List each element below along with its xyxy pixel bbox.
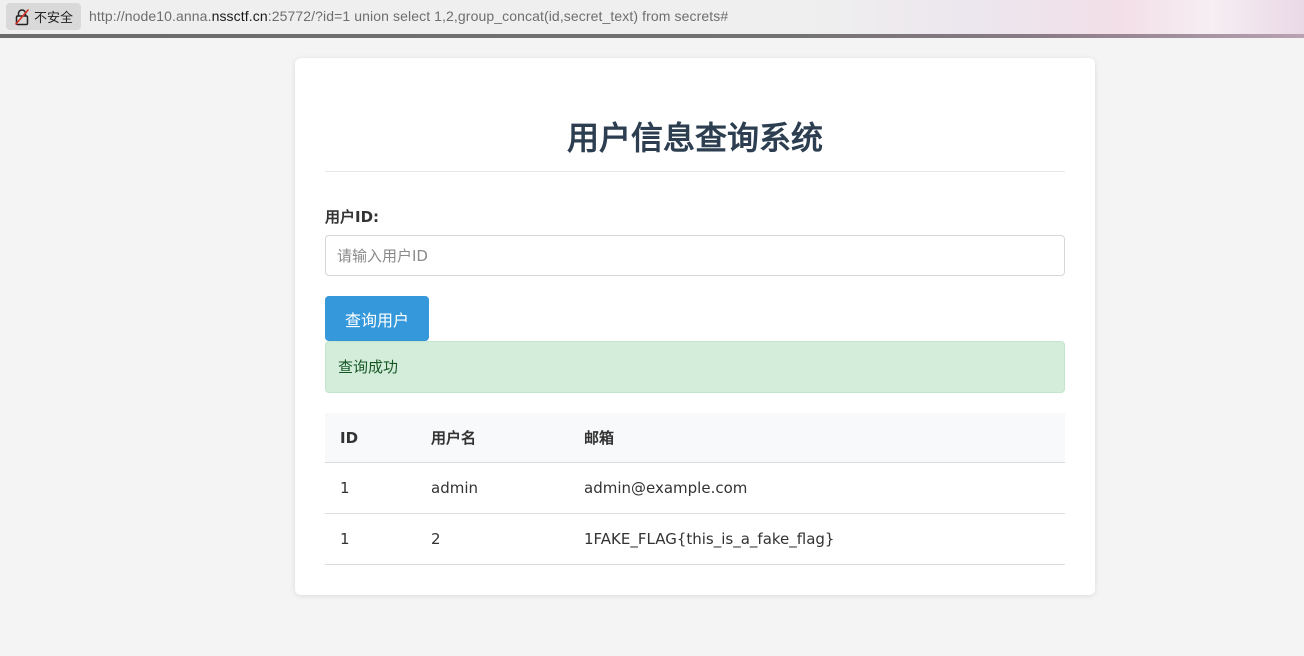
address-bar-divider: [0, 34, 1304, 38]
cell-username: 2: [416, 513, 569, 565]
table-row: 1 2 1FAKE_FLAG{this_is_a_fake_flag}: [325, 513, 1065, 565]
success-alert: 查询成功: [325, 341, 1065, 393]
query-user-button[interactable]: 查询用户: [325, 296, 429, 341]
results-table: ID 用户名 邮箱 1 admin admin@example.com 1 2 …: [325, 413, 1065, 565]
cell-id: 1: [325, 513, 416, 565]
table-header-row: ID 用户名 邮箱: [325, 413, 1065, 463]
user-id-input[interactable]: [325, 235, 1065, 276]
security-indicator[interactable]: 不安全: [6, 3, 82, 30]
url-host: nssctf.cn: [211, 8, 268, 24]
url-prefix: http://node10.anna.: [89, 8, 212, 24]
cell-email: 1FAKE_FLAG{this_is_a_fake_flag}: [569, 513, 1065, 565]
page-title: 用户信息查询系统: [566, 119, 823, 157]
user-id-label: 用户ID:: [325, 208, 380, 226]
security-label: 不安全: [34, 11, 74, 26]
insecure-lock-icon: [14, 8, 30, 26]
column-header-id: ID: [325, 413, 416, 463]
cell-id: 1: [325, 462, 416, 514]
cell-email: admin@example.com: [569, 462, 1065, 514]
query-card: 用户信息查询系统 用户ID: 查询用户 查询成功 ID 用户名 邮箱 1 adm…: [295, 58, 1095, 595]
cell-username: admin: [416, 462, 569, 514]
column-header-username: 用户名: [416, 413, 569, 463]
url-field[interactable]: http://node10.anna.nssctf.cn:25772/?id=1…: [89, 8, 728, 24]
column-header-email: 邮箱: [569, 413, 1065, 463]
browser-address-bar: 不安全 http://node10.anna.nssctf.cn:25772/?…: [0, 0, 1304, 34]
title-divider: [325, 171, 1065, 172]
table-row: 1 admin admin@example.com: [325, 462, 1065, 514]
url-suffix: :25772/?id=1 union select 1,2,group_conc…: [267, 8, 729, 24]
